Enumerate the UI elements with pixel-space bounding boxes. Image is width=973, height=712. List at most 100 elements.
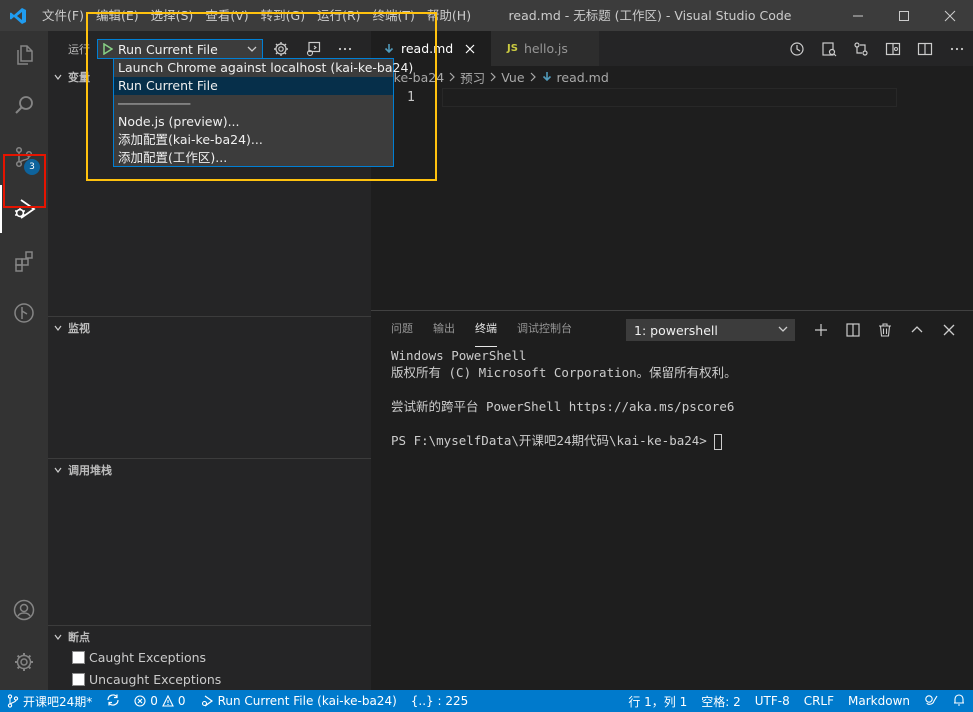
more-actions-button[interactable]: [335, 39, 355, 59]
chevron-down-icon: [48, 72, 68, 82]
close-panel-button[interactable]: [933, 319, 965, 341]
config-option-launch-chrome[interactable]: Launch Chrome against localhost (kai-ke-…: [114, 59, 413, 77]
menu-go[interactable]: 转到(G): [255, 0, 311, 31]
manage-button[interactable]: [0, 638, 48, 686]
git-graph-button[interactable]: [0, 289, 48, 337]
tab-hello-js[interactable]: JS hello.js: [491, 31, 599, 66]
notifications-button[interactable]: [945, 690, 973, 712]
breakpoint-caught-exceptions[interactable]: Caught Exceptions: [72, 647, 206, 667]
preview-side-button[interactable]: [877, 31, 909, 66]
activity-bar: 3: [0, 31, 48, 690]
config-option-run-current-file[interactable]: Run Current File: [114, 77, 393, 95]
breakpoint-uncaught-exceptions[interactable]: Uncaught Exceptions: [72, 669, 221, 689]
extensions-button[interactable]: [0, 237, 48, 285]
sync-button[interactable]: [99, 690, 127, 712]
menu-run[interactable]: 运行(R): [311, 0, 366, 31]
caught-exceptions-checkbox[interactable]: [72, 650, 85, 664]
menu-edit[interactable]: 编辑(E): [90, 0, 145, 31]
explorer-button[interactable]: [0, 31, 48, 79]
tab-debug-console[interactable]: 调试控制台: [517, 311, 572, 347]
open-launch-json-button[interactable]: [271, 39, 291, 59]
debug-console-button[interactable]: [303, 39, 323, 59]
encoding-status[interactable]: UTF-8: [748, 690, 797, 712]
line-number: 1: [407, 90, 415, 105]
chevron-down-icon: [48, 465, 68, 475]
breadcrumb-item[interactable]: 预习: [460, 68, 485, 87]
close-tab-icon[interactable]: [465, 44, 475, 54]
watch-title: 监视: [68, 321, 90, 335]
start-debugging-icon[interactable]: [100, 43, 116, 55]
breadcrumb-item[interactable]: read.md: [557, 70, 609, 85]
branch-status[interactable]: 开课吧24期*: [0, 690, 99, 712]
new-terminal-button[interactable]: [805, 319, 837, 341]
split-terminal-button[interactable]: [837, 319, 869, 341]
open-preview-button[interactable]: [813, 31, 845, 66]
minimize-button[interactable]: [835, 0, 881, 31]
breadcrumb-item[interactable]: Vue: [501, 70, 524, 85]
terminal-prompt: PS F:\myselfData\开课吧24期代码\kai-ke-ba24>: [391, 433, 715, 448]
editor-area[interactable]: 1: [371, 88, 973, 310]
cursor-position-status[interactable]: 行 1，列 1: [621, 690, 694, 712]
braces-status[interactable]: {..} : 225: [404, 690, 475, 712]
maximize-button[interactable]: [881, 0, 927, 31]
menu-view[interactable]: 查看(V): [199, 0, 254, 31]
eol-status[interactable]: CRLF: [797, 690, 841, 712]
breadcrumb: kai-ke-ba24 预习 Vue read.md: [371, 66, 973, 88]
config-option-add-config-folder[interactable]: 添加配置(kai-ke-ba24)...: [114, 131, 393, 149]
tab-output[interactable]: 输出: [433, 311, 455, 347]
panel-actions: [805, 319, 965, 341]
close-icon: [944, 10, 956, 21]
language-mode-status[interactable]: Markdown: [841, 690, 917, 712]
problems-status[interactable]: 0 0: [127, 690, 192, 712]
close-icon: [943, 324, 955, 336]
arrow-down-file-icon: [383, 43, 395, 55]
maximize-panel-button[interactable]: [901, 319, 933, 341]
terminal-line: Windows PowerShell: [391, 348, 527, 363]
indentation-status[interactable]: 空格: 2: [694, 690, 748, 712]
source-control-button[interactable]: 3: [0, 133, 48, 181]
kill-terminal-button[interactable]: [869, 319, 901, 341]
compare-changes-button[interactable]: [845, 31, 877, 66]
config-option-nodejs-preview[interactable]: Node.js (preview)...: [114, 113, 393, 131]
trash-icon: [879, 323, 891, 337]
tab-problems[interactable]: 问题: [391, 311, 413, 347]
uncaught-exceptions-checkbox[interactable]: [72, 672, 85, 686]
watch-section-header[interactable]: 监视: [48, 316, 371, 338]
accounts-button[interactable]: [0, 586, 48, 634]
feedback-button[interactable]: [917, 690, 945, 712]
current-line-highlight: [442, 88, 897, 107]
split-editor-button[interactable]: [909, 31, 941, 66]
menu-bar: 文件(F) 编辑(E) 选择(S) 查看(V) 转到(G) 运行(R) 终端(T…: [36, 0, 477, 31]
warning-count: 0: [177, 694, 186, 708]
terminal-output[interactable]: Windows PowerShell 版权所有 (C) Microsoft Co…: [391, 347, 737, 450]
run-debug-button[interactable]: [0, 185, 48, 233]
editor-tabs-bar: read.md JS hello.js: [371, 31, 973, 66]
debug-config-label: Run Current File (kai-ke-ba24): [217, 694, 397, 708]
menu-help[interactable]: 帮助(H): [421, 0, 477, 31]
git-graph-icon: [14, 303, 34, 323]
tab-terminal[interactable]: 终端: [475, 311, 497, 347]
timeline-button[interactable]: [781, 31, 813, 66]
menu-terminal[interactable]: 终端(T): [367, 0, 421, 31]
ellipsis-icon: [338, 47, 352, 51]
close-window-button[interactable]: [927, 0, 973, 31]
menu-file[interactable]: 文件(F): [36, 0, 90, 31]
minimize-icon: [853, 15, 863, 16]
callstack-section-header[interactable]: 调用堆栈: [48, 458, 371, 480]
breakpoints-section-header[interactable]: 断点: [48, 625, 371, 647]
config-option-add-config-workspace[interactable]: 添加配置(工作区)...: [114, 149, 393, 167]
error-count: 0: [150, 694, 158, 708]
history-icon: [790, 41, 804, 56]
debug-config-select[interactable]: Run Current File: [97, 39, 263, 59]
editor-more-actions-button[interactable]: [941, 31, 973, 66]
search-button[interactable]: [0, 81, 48, 129]
status-bar: 开课吧24期* 0 0 Run Current File (kai-ke-ba2…: [0, 690, 973, 712]
run-view-title: 运行: [68, 42, 90, 56]
terminal-select[interactable]: 1: powershell: [626, 319, 795, 341]
callstack-title: 调用堆栈: [68, 463, 112, 477]
sync-icon: [106, 693, 120, 710]
debug-config-status[interactable]: Run Current File (kai-ke-ba24): [193, 690, 404, 712]
tab-label: read.md: [401, 41, 454, 56]
menu-selection[interactable]: 选择(S): [145, 0, 200, 31]
